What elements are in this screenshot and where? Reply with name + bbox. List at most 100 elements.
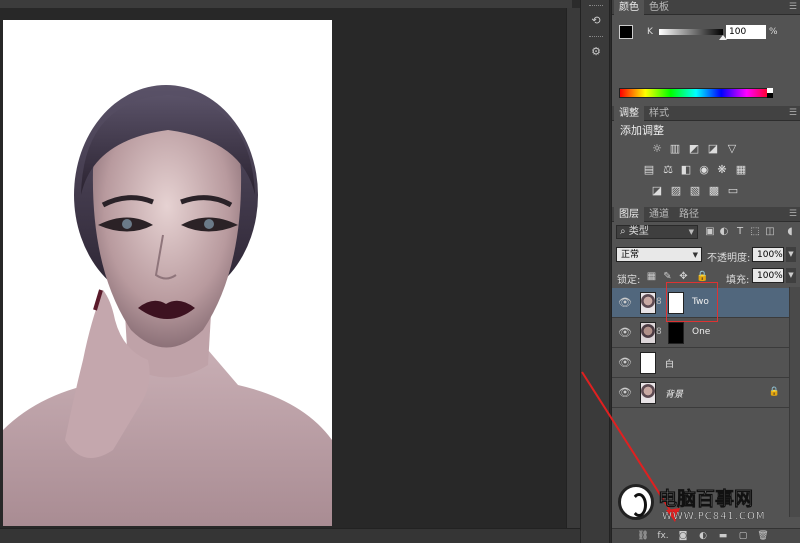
foreground-color-swatch[interactable] — [619, 25, 633, 39]
panel-menu-icon[interactable]: ☰ — [789, 0, 797, 15]
document-vertical-scrollbar[interactable] — [566, 8, 580, 528]
fill-dropdown-icon[interactable]: ▼ — [786, 268, 796, 283]
exposure-icon[interactable]: ◪ — [706, 143, 720, 155]
chevron-down-icon: ▼ — [688, 228, 694, 236]
adjustment-filter-icon[interactable]: ◐ — [718, 226, 730, 238]
add-adjustment-title: 添加调整 — [620, 124, 664, 137]
gradient-map-icon[interactable]: ▭ — [726, 185, 740, 197]
smart-object-filter-icon[interactable]: ◫ — [764, 226, 776, 238]
tab-paths[interactable]: 路径 — [674, 207, 704, 222]
fill-label: 填充: — [726, 275, 750, 286]
lock-all-icon[interactable]: 🔒 — [696, 271, 708, 282]
watermark-title: 电脑百事网 — [658, 488, 754, 511]
eye-icon[interactable]: 👁 — [618, 357, 632, 369]
lock-image-icon[interactable]: ✎ — [662, 271, 673, 282]
channel-label: K — [647, 27, 653, 37]
channel-unit: % — [769, 27, 778, 37]
opacity-input[interactable]: 100% — [752, 247, 784, 262]
color-lookup-icon[interactable]: ▦ — [734, 164, 748, 176]
adjustments-panel: 调整 样式 ☰ — [612, 106, 800, 206]
layer-thumbnail[interactable] — [640, 292, 656, 314]
trash-icon[interactable]: 🗑 — [756, 530, 770, 543]
tab-adjustments[interactable]: 调整 — [614, 106, 644, 121]
curves-icon[interactable]: ◩ — [687, 143, 701, 155]
link-icon[interactable]: ⛓ — [636, 530, 650, 543]
layer-filter-select[interactable]: ⌕ 类型 ▼ — [616, 225, 698, 239]
lock-transparent-icon[interactable]: ▦ — [646, 271, 657, 282]
tab-color[interactable]: 颜色 — [614, 0, 644, 15]
panel-menu-icon[interactable]: ☰ — [789, 207, 797, 222]
shape-filter-icon[interactable]: ⬚ — [749, 226, 761, 238]
lock-position-icon[interactable]: ✥ — [678, 271, 689, 282]
eye-icon[interactable]: 👁 — [618, 297, 632, 309]
link-icon[interactable]: 8 — [656, 297, 662, 307]
chevron-down-icon: ▼ — [692, 251, 698, 259]
photo-filter-icon[interactable]: ◉ — [697, 164, 711, 176]
blend-mode-select[interactable]: 正常 ▼ — [616, 247, 702, 262]
threshold-icon[interactable]: ▧ — [688, 185, 702, 197]
pixel-filter-icon[interactable]: ▣ — [704, 226, 716, 238]
channel-value-input[interactable]: 100 — [726, 25, 766, 39]
color-balance-icon[interactable]: ⚖ — [661, 164, 675, 176]
channel-mixer-icon[interactable]: ❋ — [715, 164, 729, 176]
panels-dock: 颜色 色板 ☰ K 100 % 调整 样式 ☰ 添加调整 ☼ ▥ ◩ ◪ ▽ ▤… — [611, 0, 800, 543]
vibrance-icon[interactable]: ▽ — [725, 143, 739, 155]
layers-footer: ⛓ fx. ◙ ◐ ▬ ▢ 🗑 — [612, 528, 800, 543]
color-panel-tabbar: 颜色 色板 ☰ — [612, 0, 800, 15]
layer-name[interactable]: 白 — [665, 357, 674, 370]
type-filter-icon[interactable]: T — [734, 226, 746, 238]
strip-grip[interactable] — [589, 36, 603, 38]
lock-label: 锁定: — [617, 275, 641, 286]
fill-input[interactable]: 100% — [752, 268, 784, 283]
document-window[interactable] — [0, 0, 572, 543]
eye-icon[interactable]: 👁 — [618, 327, 632, 339]
strip-grip[interactable] — [589, 5, 603, 7]
layer-row-white[interactable]: 👁 白 — [612, 348, 790, 378]
selective-color-icon[interactable]: ▩ — [707, 185, 721, 197]
tab-styles[interactable]: 样式 — [644, 106, 674, 121]
layer-name[interactable]: One — [692, 327, 710, 337]
collapsed-panel-strip: ⟲ ⚙ — [580, 0, 610, 543]
color-spectrum-bar[interactable] — [619, 88, 773, 98]
layers-tabbar: 图层 通道 路径 ☰ — [612, 207, 800, 222]
history-icon[interactable]: ⟲ — [586, 12, 606, 30]
group-icon[interactable]: ▬ — [716, 530, 730, 543]
watermark-logo — [618, 484, 654, 520]
opacity-dropdown-icon[interactable]: ▼ — [786, 247, 796, 262]
black-white-icon[interactable]: ◧ — [679, 164, 693, 176]
highlight-box — [666, 282, 718, 322]
actions-icon[interactable]: ⚙ — [586, 43, 606, 61]
posterize-icon[interactable]: ▨ — [669, 185, 683, 197]
new-layer-icon[interactable]: ▢ — [736, 530, 750, 543]
lock-icon: 🔒 — [768, 387, 780, 397]
invert-icon[interactable]: ◪ — [650, 185, 664, 197]
blend-mode-value: 正常 — [621, 250, 640, 260]
document-canvas[interactable] — [3, 20, 332, 526]
levels-icon[interactable]: ▥ — [668, 143, 682, 155]
adjustment-layer-icon[interactable]: ◐ — [696, 530, 710, 543]
brightness-icon[interactable]: ☼ — [650, 143, 664, 155]
filter-toggle-icon[interactable]: ◖ — [784, 226, 796, 238]
tab-swatches[interactable]: 色板 — [644, 0, 674, 15]
search-icon: ⌕ — [620, 226, 629, 237]
layer-mask-thumbnail[interactable] — [668, 322, 684, 344]
layer-thumbnail[interactable] — [640, 322, 656, 344]
layer-name[interactable]: 背景 — [665, 387, 683, 400]
portrait-image — [3, 20, 332, 526]
layer-row-background[interactable]: 👁 背景 🔒 — [612, 378, 790, 408]
channel-slider[interactable] — [659, 29, 723, 35]
layer-row-one[interactable]: 👁 8 One — [612, 318, 790, 348]
fx-icon[interactable]: fx. — [656, 530, 670, 543]
color-panel: 颜色 色板 ☰ K 100 % — [612, 0, 800, 106]
mask-icon[interactable]: ◙ — [676, 530, 690, 543]
layer-thumbnail[interactable] — [640, 352, 656, 374]
layer-thumbnail[interactable] — [640, 382, 656, 404]
panel-menu-icon[interactable]: ☰ — [789, 106, 797, 121]
spectrum-black-white[interactable] — [767, 88, 773, 98]
tab-channels[interactable]: 通道 — [644, 207, 674, 222]
eye-icon[interactable]: 👁 — [618, 387, 632, 399]
hue-saturation-icon[interactable]: ▤ — [642, 164, 656, 176]
watermark-url: WWW.PC841.COM — [662, 511, 766, 522]
link-icon[interactable]: 8 — [656, 327, 662, 337]
tab-layers[interactable]: 图层 — [614, 207, 644, 222]
